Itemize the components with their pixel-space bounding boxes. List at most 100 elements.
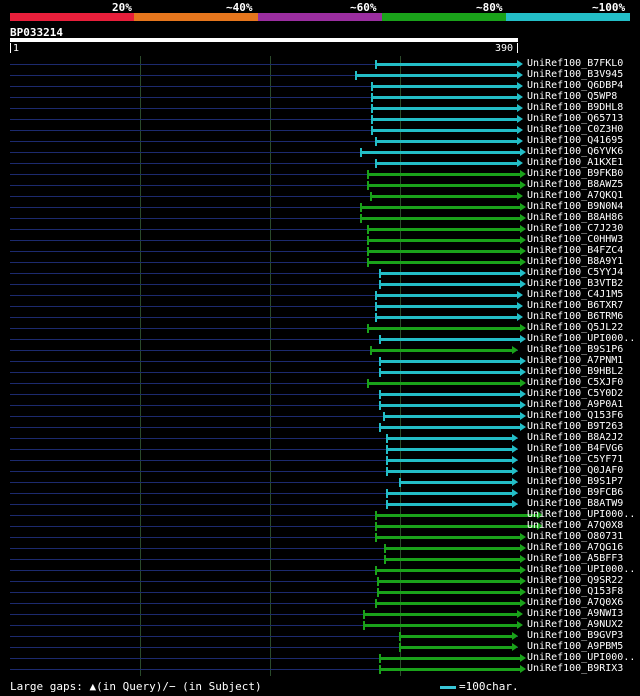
hit-label[interactable]: UniRef100_A5BFF3 [527,553,623,564]
hit-label[interactable]: UniRef100_A9P0A1 [527,399,623,410]
hit-bar[interactable] [378,371,521,374]
hit-label[interactable]: UniRef100_Q153F6 [527,410,623,421]
hit-bar[interactable] [378,272,521,275]
hit-label[interactable]: UniRef100_Q0JAF0 [527,465,623,476]
hit-label[interactable]: UniRef100_Q153F8 [527,586,623,597]
hit-label[interactable]: UniRef100_A9PBM5 [527,641,623,652]
hit-label[interactable]: UniRef100_O80731 [527,531,623,542]
hit-label[interactable]: UniRef100_C0HHW3 [527,234,623,245]
hit-label[interactable]: UniRef100_B7FKL0 [527,58,623,69]
hit-bar[interactable] [355,74,518,77]
hit-bar[interactable] [386,470,513,473]
hit-bar[interactable] [378,283,521,286]
hit-bar[interactable] [378,360,521,363]
hit-bar[interactable] [369,349,513,352]
hit-bar[interactable] [374,140,518,143]
hit-label[interactable]: UniRef100_B6TXR7 [527,300,623,311]
hit-bar[interactable] [366,228,521,231]
hit-bar[interactable] [366,184,521,187]
hit-label[interactable]: UniRef100_UPI000.. [527,652,635,663]
hit-label[interactable]: UniRef100_UPI000.. [527,509,635,520]
hit-bar[interactable] [378,426,521,429]
hit-label[interactable]: UniRef100_B9FKB0 [527,168,623,179]
hit-bar[interactable] [374,316,518,319]
hit-bar[interactable] [386,459,513,462]
hit-bar[interactable] [362,624,518,627]
hit-label[interactable]: UniRef100_B9N0N4 [527,201,623,212]
hit-bar[interactable] [386,503,513,506]
hit-label[interactable]: UniRef100_C5XJF0 [527,377,623,388]
hit-bar[interactable] [360,206,521,209]
hit-bar[interactable] [382,415,521,418]
hit-bar[interactable] [399,481,513,484]
hit-label[interactable]: UniRef100_B3V945 [527,69,623,80]
hit-label[interactable]: UniRef100_Q5JL22 [527,322,623,333]
hit-bar[interactable] [370,129,518,132]
hit-label[interactable]: UniRef100_Q41695 [527,135,623,146]
hit-label[interactable]: UniRef100_B9T263 [527,421,623,432]
hit-label[interactable]: UniRef100_C7J230 [527,223,623,234]
hit-bar[interactable] [366,173,521,176]
hit-label[interactable]: UniRef100_A1KXE1 [527,157,623,168]
hit-bar[interactable] [383,558,521,561]
hit-bar[interactable] [360,151,521,154]
hit-label[interactable]: UniRef100_C5YYJ4 [527,267,623,278]
hit-bar[interactable] [374,525,538,528]
hit-bar[interactable] [370,107,518,110]
hit-label[interactable]: UniRef100_B9RIX3 [527,663,623,674]
hit-bar[interactable] [378,393,521,396]
hit-bar[interactable] [370,85,518,88]
hit-bar[interactable] [374,305,518,308]
hit-bar[interactable] [399,635,513,638]
hit-bar[interactable] [377,591,521,594]
hit-label[interactable]: UniRef100_B6TRM6 [527,311,623,322]
hit-bar[interactable] [378,668,521,671]
hit-label[interactable]: UniRef100_A7QG16 [527,542,623,553]
hit-label[interactable]: UniRef100_B9GVP3 [527,630,623,641]
hit-label[interactable]: UniRef100_B8A9Y1 [527,256,623,267]
hit-label[interactable]: UniRef100_B4FZC4 [527,245,623,256]
hit-bar[interactable] [370,118,518,121]
hit-bar[interactable] [399,646,513,649]
hit-label[interactable]: UniRef100_B9S1P7 [527,476,623,487]
hit-bar[interactable] [378,338,521,341]
hit-label[interactable]: UniRef100_B9FCB6 [527,487,623,498]
hit-label[interactable]: UniRef100_Q65713 [527,113,623,124]
hit-bar[interactable] [383,547,521,550]
hit-bar[interactable] [374,536,521,539]
hit-bar[interactable] [362,613,518,616]
hit-bar[interactable] [386,492,513,495]
hit-label[interactable]: UniRef100_B8AWZ5 [527,179,623,190]
hit-label[interactable]: UniRef100_A7Q0X6 [527,597,623,608]
hit-label[interactable]: UniRef100_Q6DBP4 [527,80,623,91]
hit-bar[interactable] [366,327,521,330]
hit-bar[interactable] [374,602,521,605]
hit-label[interactable]: UniRef100_C5YF71 [527,454,623,465]
hit-bar[interactable] [378,657,521,660]
hit-label[interactable]: UniRef100_Q6YVK6 [527,146,623,157]
hit-bar[interactable] [374,162,518,165]
hit-bar[interactable] [369,195,518,198]
hit-bar[interactable] [366,250,521,253]
hit-label[interactable]: UniRef100_Q9SR22 [527,575,623,586]
hit-bar[interactable] [374,569,521,572]
hit-bar[interactable] [366,382,521,385]
hit-label[interactable]: UniRef100_UPI000.. [527,333,635,344]
hit-label[interactable]: UniRef100_B9HBL2 [527,366,623,377]
hit-bar[interactable] [374,63,518,66]
hit-label[interactable]: UniRef100_B9S1P6 [527,344,623,355]
hit-label[interactable]: UniRef100_C0Z3H0 [527,124,623,135]
hit-bar[interactable] [386,448,513,451]
hit-bar[interactable] [378,404,521,407]
hit-bar[interactable] [374,514,538,517]
hit-label[interactable]: UniRef100_C5Y0D2 [527,388,623,399]
hit-label[interactable]: UniRef100_C4J1M5 [527,289,623,300]
hit-bar[interactable] [366,239,521,242]
hit-bar[interactable] [366,261,521,264]
hit-label[interactable]: UniRef100_B3VTB2 [527,278,623,289]
hit-label[interactable]: UniRef100_A9NUX2 [527,619,623,630]
hit-label[interactable]: UniRef100_B8A2J2 [527,432,623,443]
hit-label[interactable]: UniRef100_Q5WP8 [527,91,617,102]
hit-label[interactable]: UniRef100_B8AH86 [527,212,623,223]
hit-bar[interactable] [370,96,518,99]
